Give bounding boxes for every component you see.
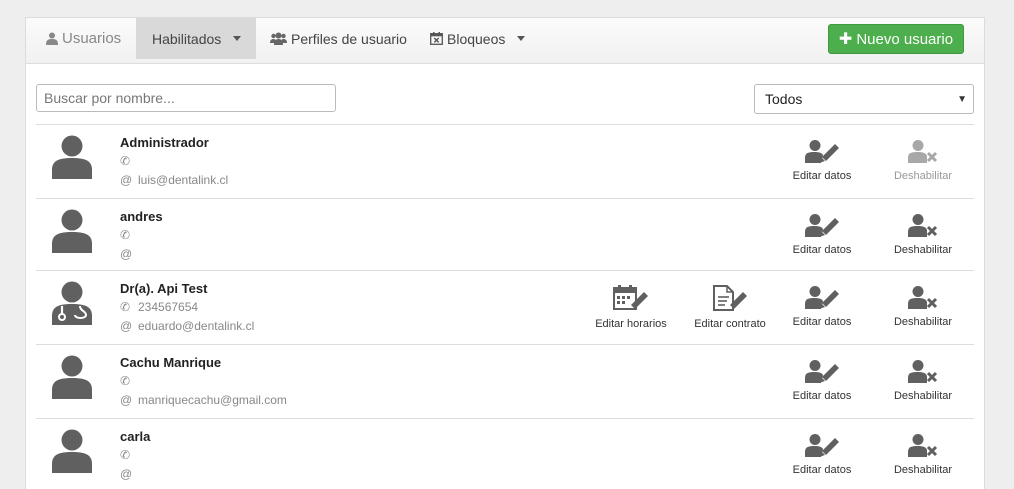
new-user-button[interactable]: ✚ Nuevo usuario: [828, 24, 964, 54]
user-row: Cachu Manrique ✆ @ manriquecachu@gmail.co…: [36, 344, 974, 418]
at-icon: @: [120, 319, 133, 333]
tab-habilitados-label: Habilitados: [152, 30, 222, 47]
doctor-avatar-icon: [52, 281, 92, 330]
edit-schedule-button-label: Editar horarios: [595, 318, 667, 330]
user-email: @: [120, 467, 138, 481]
disable-user-button[interactable]: Deshabilitar: [878, 213, 968, 256]
user-phone-value: 234567654: [138, 300, 199, 314]
tab-habilitados[interactable]: Habilitados: [136, 18, 256, 59]
user-name: Cachu Manrique: [120, 355, 222, 370]
user-phone: ✆: [120, 228, 138, 242]
at-icon: @: [120, 247, 133, 261]
disable-user-button[interactable]: Deshabilitar: [878, 433, 968, 476]
user-email: @: [120, 247, 138, 261]
phone-icon: ✆: [120, 228, 131, 242]
user-avatar-icon: [52, 135, 92, 184]
user-list: Administrador ✆ @ luis@dentalink.cl Edita…: [36, 124, 974, 489]
edit-data-button-label: Editar datos: [792, 464, 852, 476]
tab-usuarios[interactable]: Usuarios: [46, 18, 121, 59]
edit-schedule-icon: [613, 285, 649, 314]
edit-contract-button[interactable]: Editar contrato: [685, 285, 775, 330]
user-phone: ✆ 234567654: [120, 300, 198, 314]
user-phone: ✆: [120, 154, 138, 168]
edit-data-button-label: Editar datos: [792, 170, 852, 182]
user-row: andres ✆ @ Editar datos Deshabilitar: [36, 198, 974, 270]
tab-bloqueos[interactable]: Bloqueos: [430, 18, 526, 59]
user-email: @ luis@dentalink.cl: [120, 173, 228, 187]
users-group-icon: [270, 32, 287, 45]
phone-icon: ✆: [120, 374, 131, 388]
user-avatar-icon: [52, 355, 92, 404]
disable-user-button-label: Deshabilitar: [893, 244, 953, 256]
user-email: @ manriquecachu@gmail.com: [120, 393, 287, 407]
edit-data-button-label: Editar datos: [792, 390, 852, 402]
edit-data-button[interactable]: Editar datos: [777, 139, 867, 182]
edit-data-button[interactable]: Editar datos: [777, 285, 867, 328]
edit-contract-icon: [712, 285, 748, 314]
edit-data-icon: [805, 359, 839, 386]
edit-data-button-label: Editar datos: [792, 244, 852, 256]
edit-data-button[interactable]: Editar datos: [777, 213, 867, 256]
tab-bloqueos-label: Bloqueos: [447, 30, 506, 47]
plus-icon: ✚: [838, 31, 853, 48]
edit-data-button-label: Editar datos: [792, 316, 852, 328]
at-icon: @: [120, 393, 133, 407]
tab-perfiles[interactable]: Perfiles de usuario: [270, 18, 407, 59]
user-row: carla ✆ @ Editar datos Deshabilitar: [36, 418, 974, 489]
disable-user-icon: [908, 139, 938, 166]
calendar-times-icon: [430, 32, 443, 45]
chevron-down-icon: ▼: [957, 94, 967, 105]
disable-user-icon: [908, 433, 938, 460]
user-email: @ eduardo@dentalink.cl: [120, 319, 254, 333]
users-panel: Usuarios Habilitados Perfiles de usuario: [25, 17, 985, 489]
status-filter-select[interactable]: Todos ▼: [754, 84, 974, 114]
user-phone: ✆: [120, 448, 138, 462]
edit-contract-button-label: Editar contrato: [694, 318, 766, 330]
chevron-down-icon: [233, 36, 242, 41]
top-nav: Usuarios Habilitados Perfiles de usuario: [26, 18, 984, 64]
edit-schedule-button[interactable]: Editar horarios: [586, 285, 676, 330]
search-input[interactable]: [36, 84, 336, 112]
user-email-value: manriquecachu@gmail.com: [138, 393, 287, 407]
edit-data-icon: [805, 285, 839, 312]
edit-data-icon: [805, 139, 839, 166]
user-row: Dr(a). Api Test ✆ 234567654 @ eduardo@dent…: [36, 270, 974, 344]
tab-perfiles-label: Perfiles de usuario: [291, 30, 407, 47]
user-name: Dr(a). Api Test: [120, 281, 208, 296]
phone-icon: ✆: [120, 154, 131, 168]
user-phone: ✆: [120, 374, 138, 388]
user-name: Administrador: [120, 135, 209, 150]
chevron-down-icon: [517, 36, 526, 41]
disable-user-icon: [908, 213, 938, 240]
user-row: Administrador ✆ @ luis@dentalink.cl Edita…: [36, 124, 974, 198]
phone-icon: ✆: [120, 448, 131, 462]
user-icon: [46, 32, 58, 45]
user-email-value: luis@dentalink.cl: [138, 173, 229, 187]
disable-user-button[interactable]: Deshabilitar: [878, 359, 968, 402]
disable-user-button: Deshabilitar: [878, 139, 968, 182]
disable-user-button-label: Deshabilitar: [893, 464, 953, 476]
disable-user-icon: [908, 285, 938, 312]
edit-data-button[interactable]: Editar datos: [777, 359, 867, 402]
at-icon: @: [120, 467, 133, 481]
status-filter-value: Todos: [765, 91, 803, 107]
phone-icon: ✆: [120, 300, 131, 314]
new-user-button-label: Nuevo usuario: [856, 30, 954, 48]
user-avatar-icon: [52, 429, 92, 478]
disable-user-button[interactable]: Deshabilitar: [878, 285, 968, 328]
tab-usuarios-label: Usuarios: [62, 30, 122, 47]
user-email-value: eduardo@dentalink.cl: [138, 319, 255, 333]
edit-data-button[interactable]: Editar datos: [777, 433, 867, 476]
user-avatar-icon: [52, 209, 92, 258]
edit-data-icon: [805, 433, 839, 460]
user-name: andres: [120, 209, 163, 224]
disable-user-button-label: Deshabilitar: [893, 316, 953, 328]
user-name: carla: [120, 429, 151, 444]
edit-data-icon: [805, 213, 839, 240]
disable-user-icon: [908, 359, 938, 386]
disable-user-button-label: Deshabilitar: [893, 170, 953, 182]
at-icon: @: [120, 173, 133, 187]
disable-user-button-label: Deshabilitar: [893, 390, 953, 402]
